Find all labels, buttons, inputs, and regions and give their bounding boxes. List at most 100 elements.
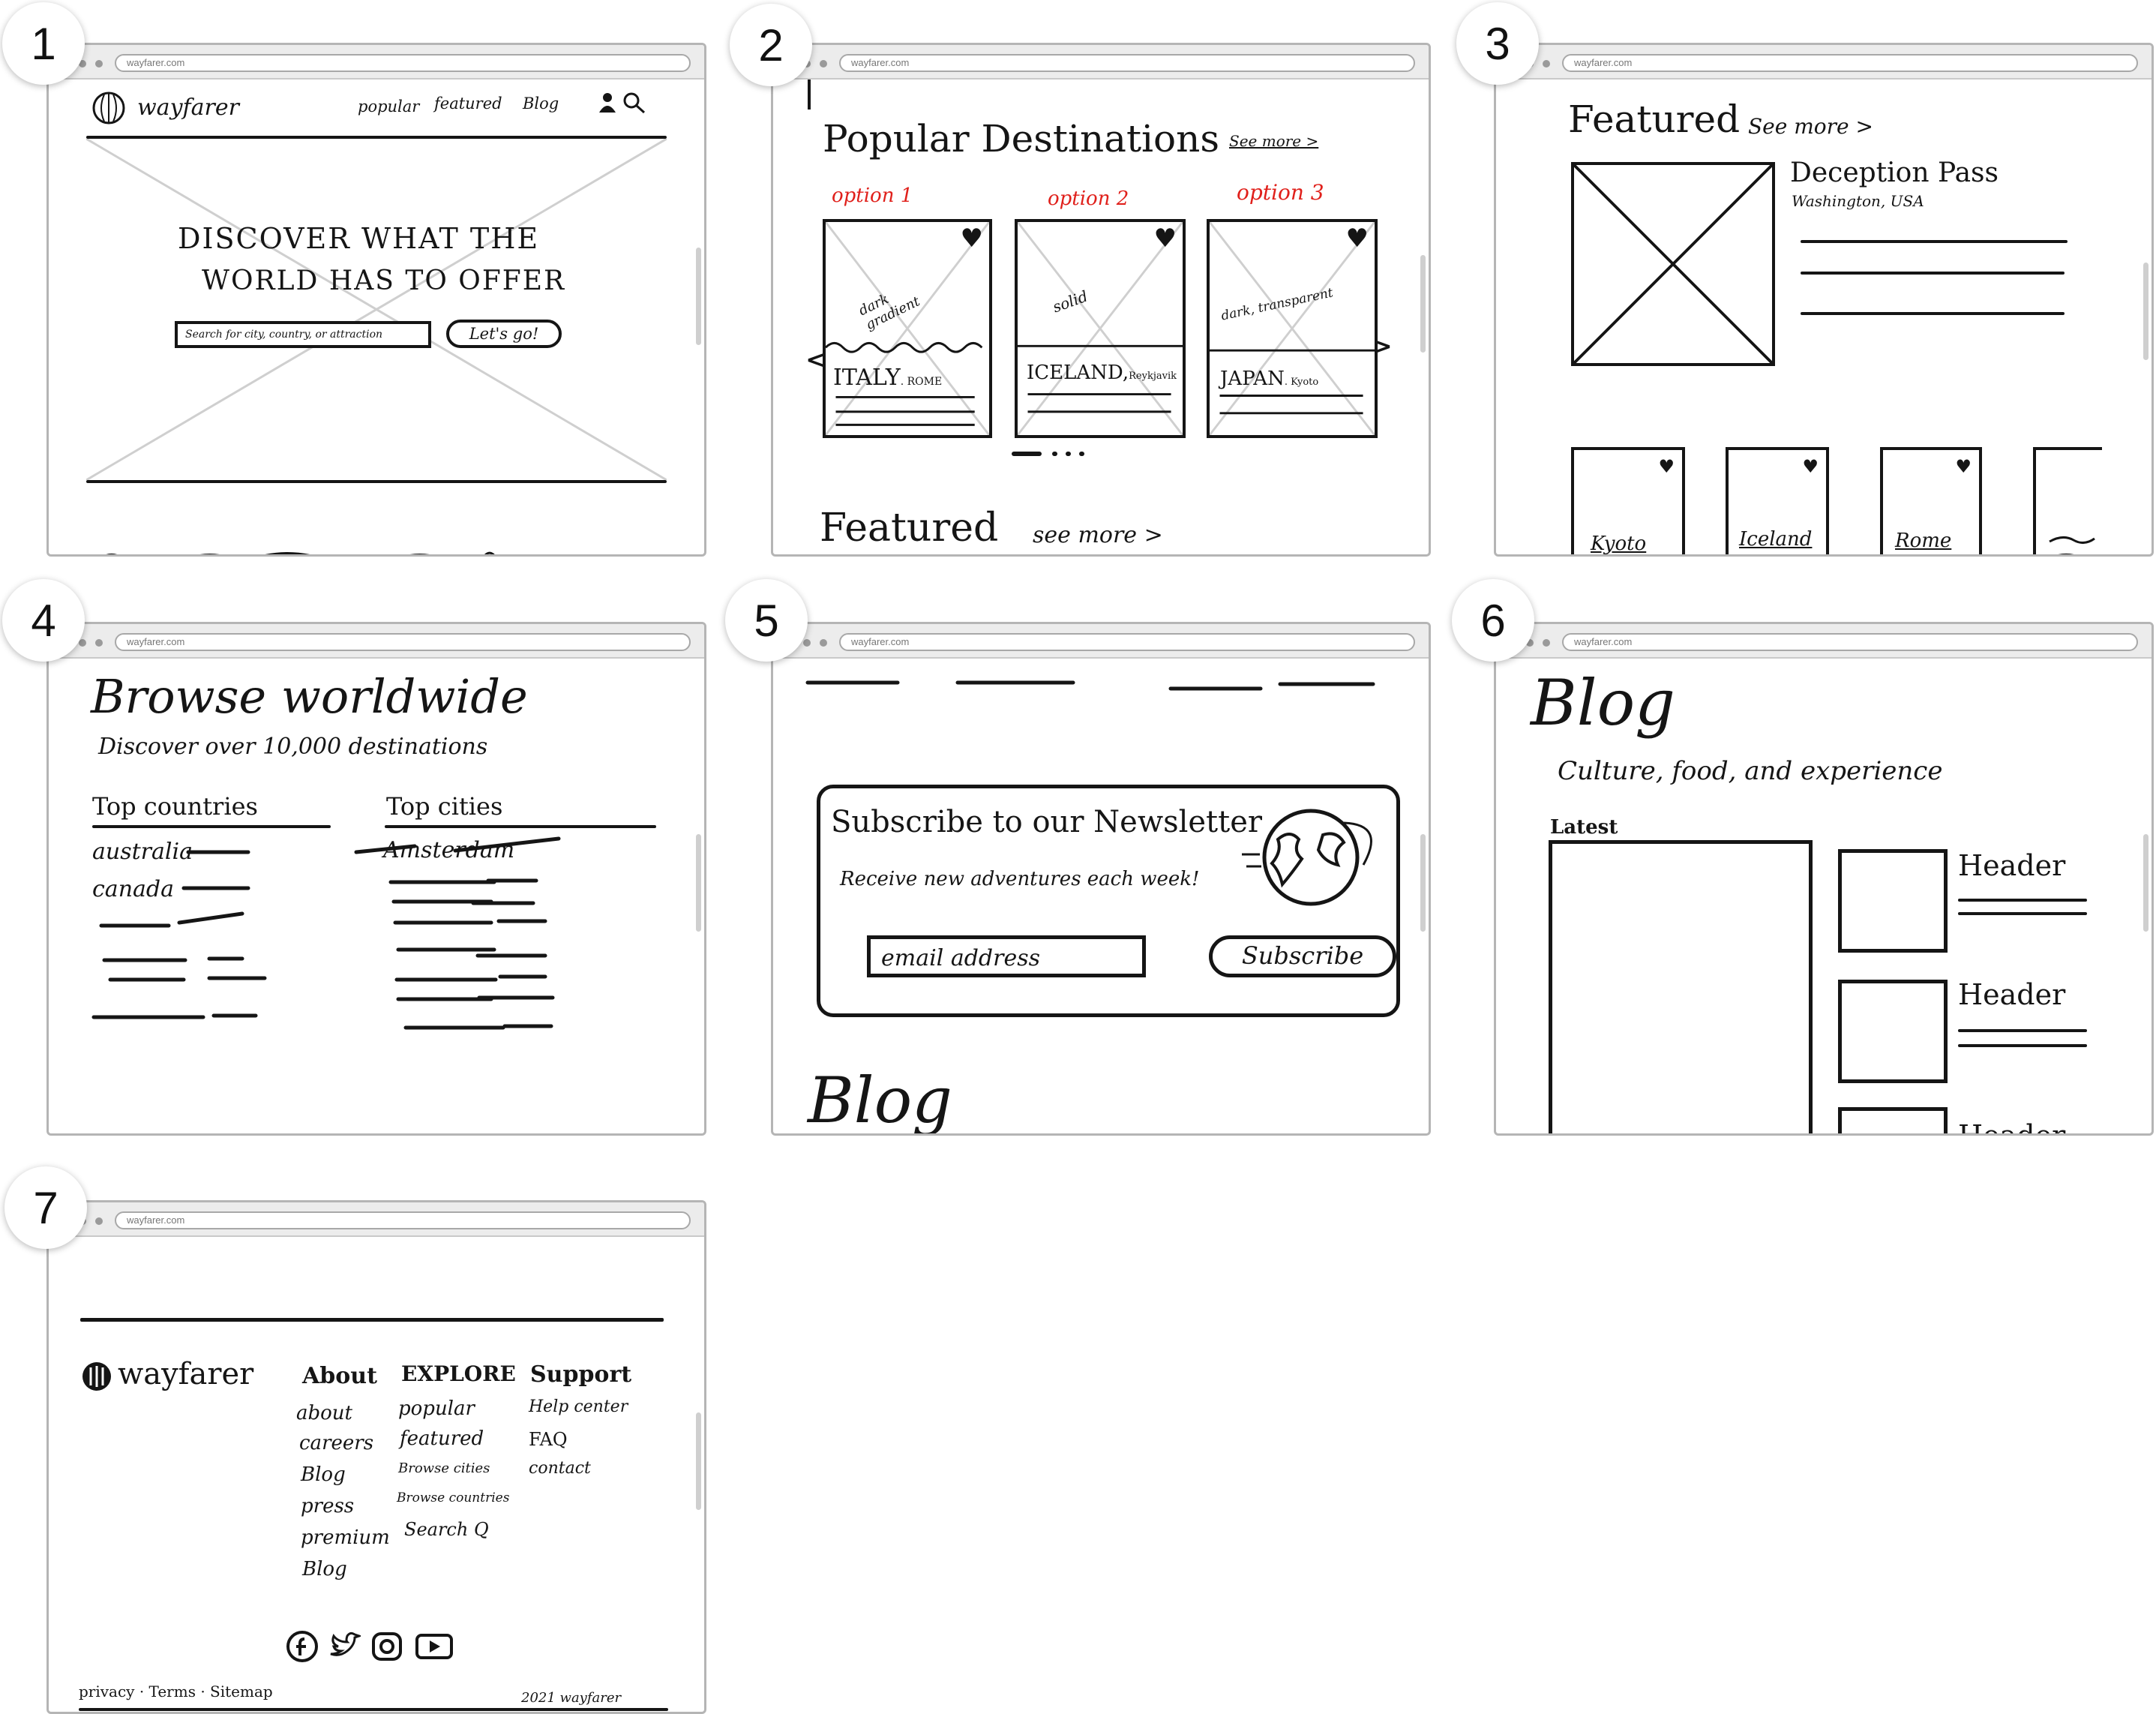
featured-card-iceland[interactable]: ♥ Iceland: [1726, 447, 1829, 554]
subscribe-button[interactable]: Subscribe: [1209, 935, 1396, 977]
post-thumbnail[interactable]: [1838, 980, 1948, 1083]
url-bar[interactable]: wayfarer.com: [115, 1211, 691, 1229]
url-bar[interactable]: wayfarer.com: [115, 54, 691, 72]
facebook-icon[interactable]: [286, 1630, 319, 1663]
post-line: [1958, 1044, 2087, 1047]
legal-links[interactable]: privacy · Terms · Sitemap: [79, 1682, 273, 1700]
favorite-heart-icon[interactable]: ♥: [1346, 224, 1369, 254]
step-badge-5: 5: [725, 579, 808, 662]
option-label-1: option 1: [832, 185, 913, 207]
url-bar[interactable]: wayfarer.com: [1562, 54, 2138, 72]
featured-see-more-link[interactable]: see more >: [1033, 522, 1163, 548]
search-icon[interactable]: [622, 92, 647, 114]
destination-card-1[interactable]: ♥ dark gradient ITALY. ROME: [823, 219, 992, 438]
option-label-3: option 3: [1237, 180, 1324, 205]
card-city: . ROME: [900, 376, 943, 388]
url-bar[interactable]: wayfarer.com: [1562, 633, 2138, 651]
hero-heading-line-1: DISCOVER WHAT THE: [178, 222, 540, 255]
nav-popular[interactable]: popular: [358, 98, 419, 116]
footer-link[interactable]: popular: [398, 1397, 475, 1420]
post-header[interactable]: Header: [1958, 1119, 2065, 1133]
footer-link[interactable]: featured: [400, 1427, 484, 1450]
footer-link[interactable]: about: [296, 1402, 352, 1424]
description-line: [1801, 272, 2065, 275]
url-bar[interactable]: wayfarer.com: [839, 54, 1415, 72]
post-header[interactable]: Header: [1958, 849, 2065, 882]
lets-go-button[interactable]: Let's go!: [446, 320, 562, 348]
favorite-heart-icon[interactable]: ♥: [1154, 224, 1177, 254]
newsletter-card: Subscribe to our Newsletter Receive new …: [817, 785, 1400, 1017]
blog-subheading: Culture, food, and experience: [1558, 756, 1943, 786]
footer-link[interactable]: Browse cities: [398, 1460, 490, 1476]
email-input[interactable]: email address: [867, 935, 1146, 977]
placeholder-list-lines: [91, 836, 561, 1030]
featured-card-rome[interactable]: ♥ Rome: [1880, 447, 1982, 554]
latest-post-card[interactable]: [1549, 840, 1813, 1133]
carousel-pagination[interactable]: [1012, 450, 1094, 458]
browser-chrome: wayfarer.com: [49, 45, 704, 80]
footer-col-title-about: About: [302, 1363, 377, 1389]
youtube-icon[interactable]: [415, 1633, 454, 1660]
latest-label: Latest: [1550, 816, 1618, 839]
url-bar[interactable]: wayfarer.com: [839, 633, 1415, 651]
user-icon[interactable]: [598, 92, 617, 114]
copyright: 2021 wayfarer: [521, 1690, 622, 1706]
footer-link[interactable]: careers: [299, 1432, 373, 1454]
favorite-heart-icon[interactable]: ♥: [961, 224, 983, 254]
destination-card-3[interactable]: ♥ dark, transparent JAPAN. Kyoto: [1207, 219, 1378, 438]
search-placeholder: Search for city, country, or attraction: [185, 329, 383, 341]
post-line: [1958, 899, 2087, 902]
browser-chrome: wayfarer.com: [49, 624, 704, 659]
nav-featured[interactable]: featured: [434, 95, 502, 113]
card-country-name: ICELAND,: [1027, 362, 1129, 384]
featured-card-kyoto[interactable]: ♥ Kyoto: [1571, 447, 1685, 554]
post-header[interactable]: Header: [1958, 978, 2065, 1011]
wireframe-home-hero: wayfarer.com wayfarer popular featured B…: [46, 43, 706, 557]
hero-bottom-divider: [86, 480, 667, 483]
nav-blog[interactable]: Blog: [523, 95, 559, 113]
footer-brand[interactable]: wayfarer: [118, 1357, 253, 1391]
footer-link[interactable]: press: [301, 1495, 354, 1517]
instagram-icon[interactable]: [371, 1631, 403, 1661]
wireframe-popular-destinations: wayfarer.com Popular Destinations See mo…: [771, 43, 1431, 557]
url-bar[interactable]: wayfarer.com: [115, 633, 691, 651]
card-label: Iceland: [1739, 528, 1813, 551]
favorite-heart-icon[interactable]: ♥: [1658, 456, 1675, 477]
favorite-heart-icon[interactable]: ♥: [1955, 456, 1972, 477]
footer-link[interactable]: Search Q: [404, 1519, 489, 1540]
top-countries-title: Top countries: [92, 792, 258, 821]
featured-title[interactable]: Deception Pass: [1790, 158, 1999, 188]
wireframe-footer: wayfarer.com wayfarer About about career…: [46, 1200, 706, 1714]
hero-heading-line-2: WORLD HAS TO OFFER: [202, 266, 566, 296]
wireframe-newsletter: wayfarer.com Subscribe to our Newsletter…: [771, 622, 1431, 1136]
post-thumbnail[interactable]: [1838, 1107, 1948, 1133]
browser-chrome: wayfarer.com: [773, 624, 1429, 659]
twitter-icon[interactable]: [328, 1631, 361, 1661]
footer-top-divider: [80, 1318, 664, 1322]
section-heading: Popular Destinations: [823, 117, 1220, 161]
post-thumbnail[interactable]: [1838, 849, 1948, 953]
see-more-link[interactable]: See more >: [1229, 132, 1318, 150]
see-more-link[interactable]: See more >: [1748, 114, 1873, 139]
footer-link[interactable]: FAQ: [529, 1429, 568, 1450]
footer-link[interactable]: Help center: [529, 1397, 628, 1416]
footer-link[interactable]: premium: [301, 1526, 390, 1549]
footer-link[interactable]: Browse countries: [397, 1490, 509, 1505]
destination-card-2[interactable]: ♥ solid ICELAND,Reykjavik: [1015, 219, 1186, 438]
section-heading: Browse worldwide: [91, 669, 528, 724]
favorite-heart-icon[interactable]: ♥: [1802, 456, 1819, 477]
footer-link[interactable]: Blog: [302, 1558, 347, 1580]
wireframe-browse-worldwide: wayfarer.com Browse worldwide Discover o…: [46, 622, 706, 1136]
brand-name[interactable]: wayfarer: [137, 95, 239, 121]
step-badge-1: 1: [2, 2, 85, 85]
featured-card-partial[interactable]: [2033, 447, 2102, 554]
option-label-2: option 2: [1048, 188, 1129, 210]
newsletter-title: Subscribe to our Newsletter: [831, 805, 1262, 839]
hero-search-input[interactable]: Search for city, country, or attraction: [175, 321, 431, 348]
card-city: . Kyoto: [1284, 377, 1319, 388]
footer-link[interactable]: contact: [529, 1459, 591, 1478]
card-country: ICELAND,Reykjavik: [1027, 362, 1177, 384]
featured-heading: Featured: [820, 506, 999, 551]
footer-link[interactable]: Blog: [301, 1463, 346, 1486]
card-country: ITALY. ROME: [833, 365, 942, 391]
